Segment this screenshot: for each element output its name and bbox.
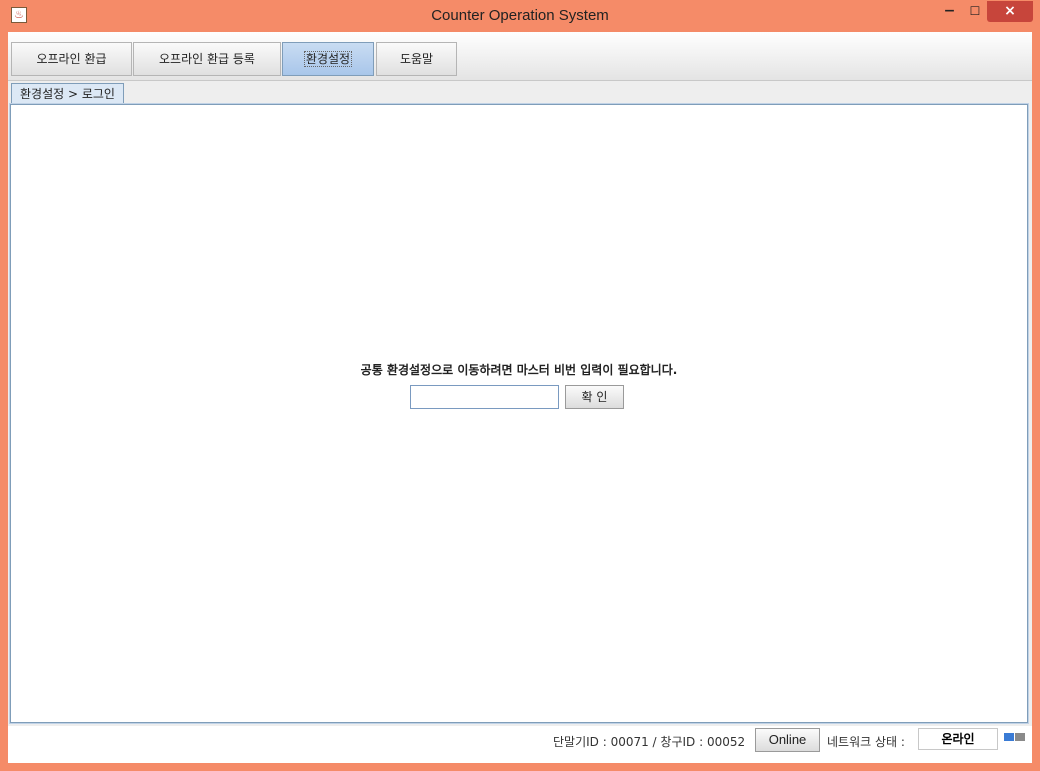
tab-label: 오프라인 환급 등록: [159, 52, 255, 66]
master-password-input[interactable]: [410, 385, 559, 409]
terminal-window-ids: 단말기ID : 00071 / 창구ID : 00052: [553, 735, 746, 749]
title-bar[interactable]: ♨ Counter Operation System − ☐ ×: [0, 0, 1040, 32]
tab-settings[interactable]: 환경설정: [282, 42, 374, 76]
minimize-button[interactable]: −: [936, 1, 963, 22]
tab-label: 도움말: [399, 52, 434, 66]
login-panel: 공통 환경설정으로 이동하려면 마스터 비번 입력이 필요합니다. 확 인: [9, 103, 1029, 724]
network-blue-block-icon: [1004, 733, 1014, 741]
tab-label: 환경설정: [303, 51, 353, 67]
network-status-label: 네트워크 상태 :: [827, 735, 905, 749]
network-status-icon: [1004, 733, 1026, 742]
breadcrumb[interactable]: 환경설정 > 로그인: [11, 83, 124, 104]
network-gray-block-icon: [1015, 733, 1025, 741]
confirm-button[interactable]: 확 인: [565, 385, 624, 409]
network-status-value: 온라인: [918, 728, 998, 750]
maximize-button[interactable]: ☐: [963, 1, 987, 22]
window-title: Counter Operation System: [431, 7, 609, 24]
online-button[interactable]: Online: [755, 728, 820, 752]
tab-offline-refund[interactable]: 오프라인 환급: [11, 42, 132, 76]
application-window: ♨ Counter Operation System − ☐ × 오프라인 환급…: [0, 0, 1040, 771]
tab-offline-refund-register[interactable]: 오프라인 환급 등록: [133, 42, 281, 76]
close-button[interactable]: ×: [987, 1, 1033, 22]
master-password-prompt: 공통 환경설정으로 이동하려면 마스터 비번 입력이 필요합니다.: [360, 363, 678, 377]
client-area: 오프라인 환급 오프라인 환급 등록 환경설정 도움말 환경설정 > 로그인 공…: [8, 32, 1032, 763]
tab-help[interactable]: 도움말: [376, 42, 457, 76]
menu-bar: 오프라인 환급 오프라인 환급 등록 환경설정 도움말: [8, 32, 1032, 81]
status-bar: 단말기ID : 00071 / 창구ID : 00052 Online 네트워크…: [8, 726, 1032, 763]
tab-label: 오프라인 환급: [36, 52, 107, 66]
